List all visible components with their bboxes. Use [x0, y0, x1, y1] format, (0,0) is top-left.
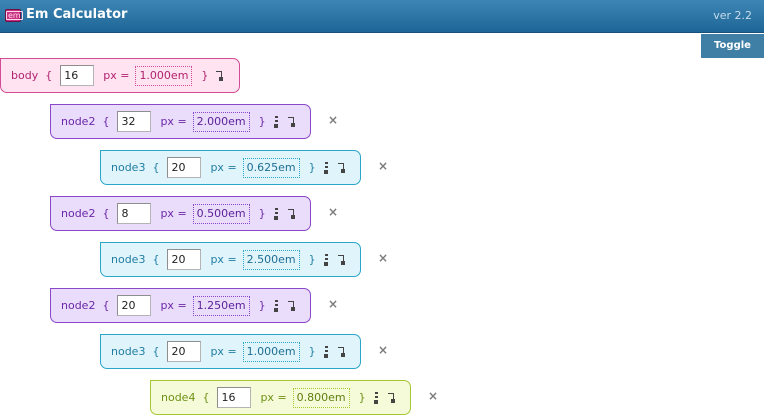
add-child-icon[interactable]: [323, 345, 330, 358]
element-name: node4: [161, 391, 196, 404]
open-brace: {: [152, 253, 160, 266]
element-name: node2: [61, 299, 96, 312]
px-equals-label: px =: [210, 345, 237, 358]
open-brace: {: [45, 69, 53, 82]
px-input[interactable]: [117, 111, 152, 132]
element-box: node2 { px = 1.250em }: [50, 288, 311, 323]
add-child-icon[interactable]: [373, 391, 380, 404]
delete-icon[interactable]: ×: [328, 113, 338, 127]
delete-icon[interactable]: ×: [378, 343, 388, 357]
close-brace: }: [308, 161, 316, 174]
nest-icon[interactable]: [387, 392, 396, 403]
open-brace: {: [152, 345, 160, 358]
nest-icon[interactable]: [287, 300, 296, 311]
open-brace: {: [152, 161, 160, 174]
delete-icon[interactable]: ×: [328, 205, 338, 219]
px-input[interactable]: [167, 157, 202, 178]
close-brace: }: [358, 391, 366, 404]
close-brace: }: [201, 69, 209, 82]
px-input[interactable]: [167, 341, 202, 362]
element-name: node3: [111, 253, 146, 266]
delete-icon[interactable]: ×: [328, 297, 338, 311]
px-equals-label: px =: [103, 69, 130, 82]
open-brace: {: [202, 391, 210, 404]
nest-icon[interactable]: [337, 162, 346, 173]
px-input[interactable]: [117, 203, 152, 224]
element-box: node2 { px = 2.000em }: [50, 104, 311, 139]
toggle-button[interactable]: Toggle: [701, 34, 764, 58]
element-box: node3 { px = 2.500em }: [100, 242, 361, 277]
close-brace: }: [258, 207, 266, 220]
px-input[interactable]: [117, 295, 152, 316]
title-bar: em Em Calculator ver 2.2: [0, 0, 764, 33]
add-child-icon[interactable]: [323, 253, 330, 266]
px-input[interactable]: [60, 65, 95, 86]
element-box: body { px = 1.000em }: [0, 58, 240, 93]
element-name: node3: [111, 161, 146, 174]
element-name: body: [11, 69, 39, 82]
em-result: 2.000em: [192, 111, 250, 132]
close-brace: }: [308, 345, 316, 358]
px-equals-label: px =: [210, 161, 237, 174]
em-result: 1.000em: [135, 65, 193, 86]
nest-icon[interactable]: [216, 70, 224, 81]
app-title: Em Calculator: [26, 7, 128, 22]
close-brace: }: [308, 253, 316, 266]
close-brace: }: [258, 115, 266, 128]
add-child-icon[interactable]: [273, 115, 280, 128]
px-equals-label: px =: [210, 253, 237, 266]
px-equals-label: px =: [160, 115, 187, 128]
element-name: node3: [111, 345, 146, 358]
element-box: node3 { px = 1.000em }: [100, 334, 361, 369]
element-name: node2: [61, 207, 96, 220]
element-box: node4 { px = 0.800em }: [150, 380, 411, 415]
delete-icon[interactable]: ×: [428, 389, 438, 403]
add-child-icon[interactable]: [323, 161, 330, 174]
em-result: 0.500em: [192, 203, 250, 224]
delete-icon[interactable]: ×: [378, 251, 388, 265]
em-result: 0.625em: [242, 157, 300, 178]
px-input[interactable]: [167, 249, 202, 270]
nest-icon[interactable]: [337, 346, 346, 357]
close-brace: }: [258, 299, 266, 312]
em-result: 1.250em: [192, 295, 250, 316]
em-result: 0.800em: [292, 387, 350, 408]
open-brace: {: [102, 207, 110, 220]
element-name: node2: [61, 115, 96, 128]
px-input[interactable]: [217, 387, 252, 408]
nest-icon[interactable]: [287, 208, 296, 219]
open-brace: {: [102, 115, 110, 128]
open-brace: {: [102, 299, 110, 312]
em-logo-icon: em: [5, 9, 23, 22]
px-equals-label: px =: [160, 207, 187, 220]
element-box: node3 { px = 0.625em }: [100, 150, 361, 185]
px-equals-label: px =: [260, 391, 287, 404]
em-result: 2.500em: [242, 249, 300, 270]
version-label: ver 2.2: [713, 9, 752, 22]
nest-icon[interactable]: [337, 254, 346, 265]
delete-icon[interactable]: ×: [378, 159, 388, 173]
nest-icon[interactable]: [287, 116, 296, 127]
add-child-icon[interactable]: [273, 207, 280, 220]
add-child-icon[interactable]: [273, 299, 280, 312]
px-equals-label: px =: [160, 299, 187, 312]
element-box: node2 { px = 0.500em }: [50, 196, 311, 231]
em-result: 1.000em: [242, 341, 300, 362]
